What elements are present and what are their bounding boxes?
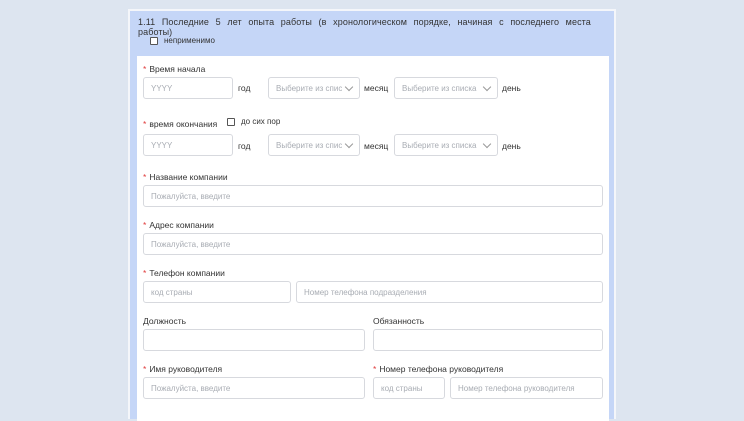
position-label: Должность: [143, 316, 187, 326]
start-month-placeholder: Выберите из списка: [276, 83, 342, 93]
required-marker: *: [143, 268, 147, 278]
duty-label: Обязанность: [373, 316, 425, 326]
start-year-unit: год: [238, 83, 251, 93]
start-time-label: * Время начала: [143, 64, 206, 74]
end-year-input[interactable]: YYYY: [143, 134, 233, 156]
until-now-checkbox[interactable]: [227, 117, 235, 126]
experience-form: *Время начала YYYY год Выберите из списк…: [137, 56, 609, 421]
start-day-select[interactable]: Выберите из списка: [394, 77, 498, 99]
not-applicable-label: неприменимо: [164, 36, 215, 45]
start-month-unit: месяц: [364, 83, 389, 93]
start-month-select[interactable]: Выберите из списка: [268, 77, 360, 99]
required-marker: *: [143, 64, 147, 74]
start-day-placeholder: Выберите из списка: [402, 83, 477, 93]
company-phone-country-code-input[interactable]: код страны: [143, 281, 291, 303]
duty-input[interactable]: [373, 329, 603, 351]
company-address-label: * Адрес компании: [143, 220, 214, 230]
manager-phone-number-input[interactable]: Номер телефона руководителя: [450, 377, 603, 399]
manager-phone-country-code-input[interactable]: код страны: [373, 377, 445, 399]
chevron-down-icon: [482, 139, 492, 148]
manager-name-label: * Имя руководителя: [143, 364, 223, 374]
chevron-down-icon: [482, 82, 492, 91]
until-now-label: до сих пор: [241, 117, 281, 126]
required-marker: *: [373, 364, 377, 374]
required-marker: *: [143, 119, 147, 129]
company-phone-label: * Телефон компании: [143, 268, 225, 278]
work-experience-section: 1.11 Последние 5 лет опыта работы (в хро…: [128, 9, 616, 421]
end-day-placeholder: Выберите из списка: [402, 140, 477, 150]
section-title: 1.11 Последние 5 лет опыта работы (в хро…: [138, 17, 591, 37]
company-address-input[interactable]: Пожалуйста, введите: [143, 233, 603, 255]
end-day-select[interactable]: Выберите из списка: [394, 134, 498, 156]
manager-name-input[interactable]: Пожалуйста, введите: [143, 377, 365, 399]
manager-phone-label: * Номер телефона руководителя: [373, 364, 504, 374]
chevron-down-icon: [344, 139, 354, 148]
company-name-input[interactable]: Пожалуйста, введите: [143, 185, 603, 207]
start-day-unit: день: [502, 83, 521, 93]
end-time-label: * время окончания: [143, 119, 218, 129]
end-month-placeholder: Выберите из списка: [276, 140, 342, 150]
company-phone-number-input[interactable]: Номер телефона подразделения: [296, 281, 603, 303]
end-month-unit: месяц: [364, 141, 389, 151]
required-marker: *: [143, 364, 147, 374]
start-year-input[interactable]: YYYY: [143, 77, 233, 99]
required-marker: *: [143, 220, 147, 230]
not-applicable-checkbox[interactable]: [150, 36, 158, 45]
chevron-down-icon: [344, 82, 354, 91]
position-input[interactable]: [143, 329, 365, 351]
end-year-unit: год: [238, 141, 251, 151]
not-applicable-checkbox-row[interactable]: неприменимо: [150, 36, 215, 45]
required-marker: *: [143, 172, 147, 182]
end-day-unit: день: [502, 141, 521, 151]
company-name-label: * Название компании: [143, 172, 228, 182]
end-month-select[interactable]: Выберите из списка: [268, 134, 360, 156]
until-now-checkbox-row[interactable]: до сих пор: [227, 117, 280, 126]
